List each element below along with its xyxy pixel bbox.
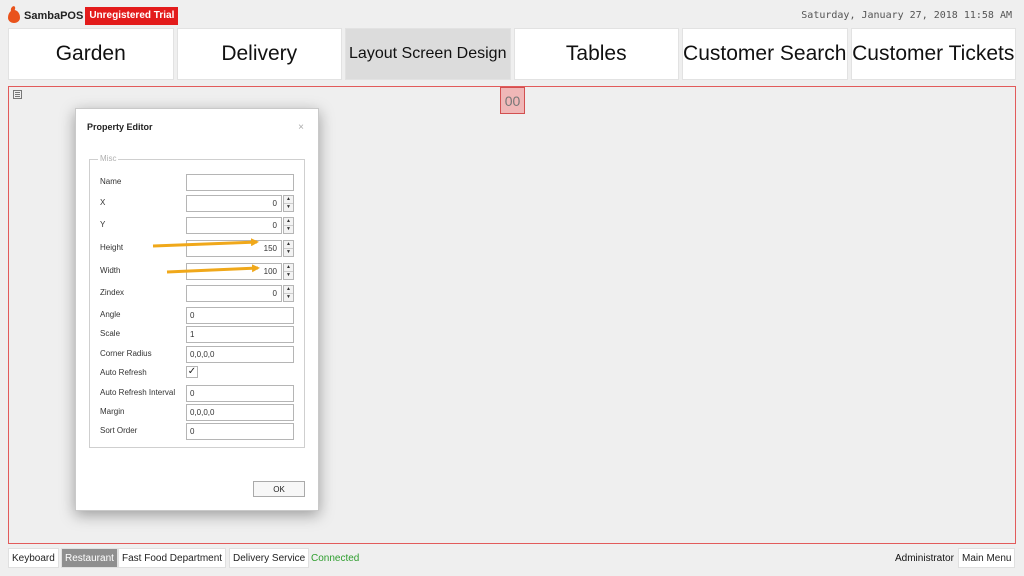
spin-up-icon[interactable]: ▲ [284, 218, 293, 226]
field-row-height: Height 150 ▲ ▼ [100, 240, 300, 257]
flame-icon [8, 9, 20, 23]
auto-refresh-label: Auto Refresh [100, 368, 147, 377]
tab-customer-tickets[interactable]: Customer Tickets [850, 28, 1016, 80]
auto-refresh-interval-input[interactable]: 0 [186, 385, 294, 402]
connection-status: Connected [311, 553, 360, 564]
top-bar: SambaPOS Unregistered Trial Saturday, Ja… [0, 0, 1024, 28]
y-spinner: ▲ ▼ [283, 217, 294, 234]
fast-food-department-button[interactable]: Fast Food Department [118, 548, 227, 568]
misc-group: Misc Name X 0 ▲ ▼ Y 0 ▲ ▼ Height 150 ▲ ▼… [89, 154, 305, 448]
spin-down-icon[interactable]: ▼ [284, 272, 293, 279]
auto-refresh-interval-label: Auto Refresh Interval [100, 388, 176, 397]
width-spinner: ▲ ▼ [283, 263, 294, 280]
sort-order-label: Sort Order [100, 426, 138, 435]
restaurant-button[interactable]: Restaurant [61, 548, 118, 568]
field-row-y: Y 0 ▲ ▼ [100, 217, 300, 234]
sort-order-input[interactable]: 0 [186, 423, 294, 440]
delivery-service-button[interactable]: Delivery Service [229, 548, 310, 568]
spin-down-icon[interactable]: ▼ [284, 226, 293, 233]
property-editor-dialog: Property Editor × Misc Name X 0 ▲ ▼ Y 0 … [75, 108, 319, 511]
dialog-title: Property Editor [87, 122, 153, 132]
trial-badge: Unregistered Trial [85, 7, 179, 25]
field-row-angle: Angle 0 [100, 307, 300, 324]
scale-label: Scale [100, 329, 121, 338]
tab-delivery[interactable]: Delivery [176, 28, 342, 80]
app-name: SambaPOS [24, 10, 84, 22]
tab-garden[interactable]: Garden [8, 28, 174, 80]
field-row-margin: Margin 0,0,0,0 [100, 404, 300, 421]
group-legend: Misc [98, 154, 119, 163]
auto-refresh-checkbox[interactable]: ✓ [186, 366, 198, 378]
spin-up-icon[interactable]: ▲ [284, 196, 293, 204]
logo: SambaPOS Unregistered Trial [8, 7, 179, 25]
tab-customer-search[interactable]: Customer Search [682, 28, 848, 80]
current-user: Administrator [895, 553, 954, 564]
field-row-scale: Scale 1 [100, 326, 300, 343]
status-bar: Keyboard Restaurant Fast Food Department… [0, 548, 1024, 570]
main-menu-button[interactable]: Main Menu [958, 548, 1016, 568]
width-input[interactable]: 100 [186, 263, 282, 280]
x-spinner: ▲ ▼ [283, 195, 294, 212]
spin-up-icon[interactable]: ▲ [284, 241, 293, 249]
corner-radius-label: Corner Radius [100, 349, 152, 358]
tab-tables[interactable]: Tables [513, 28, 679, 80]
field-row-corner-radius: Corner Radius 0,0,0,0 [100, 346, 300, 363]
x-input[interactable]: 0 [186, 195, 282, 212]
ok-button[interactable]: OK [253, 481, 305, 497]
zindex-label: Zindex [100, 288, 125, 297]
layout-widget[interactable]: 00 [500, 87, 525, 114]
scale-input[interactable]: 1 [186, 326, 294, 343]
field-row-name: Name [100, 174, 300, 191]
height-spinner: ▲ ▼ [283, 240, 294, 257]
spin-down-icon[interactable]: ▼ [284, 249, 293, 256]
y-label: Y [100, 220, 106, 229]
date-time: Saturday, January 27, 2018 11:58 AM [801, 10, 1012, 21]
spin-down-icon[interactable]: ▼ [284, 204, 293, 211]
angle-input[interactable]: 0 [186, 307, 294, 324]
margin-label: Margin [100, 407, 125, 416]
margin-input[interactable]: 0,0,0,0 [186, 404, 294, 421]
tab-layout-screen-design[interactable]: Layout Screen Design [345, 28, 511, 80]
zindex-spinner: ▲ ▼ [283, 285, 294, 302]
close-icon[interactable]: × [298, 122, 304, 133]
corner-radius-input[interactable]: 0,0,0,0 [186, 346, 294, 363]
menu-icon[interactable] [13, 90, 22, 99]
spin-down-icon[interactable]: ▼ [284, 294, 293, 301]
y-input[interactable]: 0 [186, 217, 282, 234]
field-row-width: Width 100 ▲ ▼ [100, 263, 300, 280]
field-row-zindex: Zindex 0 ▲ ▼ [100, 285, 300, 302]
zindex-input[interactable]: 0 [186, 285, 282, 302]
height-input[interactable]: 150 [186, 240, 282, 257]
keyboard-button[interactable]: Keyboard [8, 548, 59, 568]
spin-up-icon[interactable]: ▲ [284, 264, 293, 272]
field-row-sort-order: Sort Order 0 [100, 423, 300, 440]
x-label: X [100, 198, 106, 207]
field-row-auto-refresh-interval: Auto Refresh Interval 0 [100, 385, 300, 402]
angle-label: Angle [100, 310, 121, 319]
field-row-auto-refresh: Auto Refresh ✓ [100, 365, 300, 382]
name-input[interactable] [186, 174, 294, 191]
spin-up-icon[interactable]: ▲ [284, 286, 293, 294]
width-label: Width [100, 266, 121, 275]
navigation-tabs: Garden Delivery Layout Screen Design Tab… [8, 28, 1016, 80]
name-label: Name [100, 177, 122, 186]
height-label: Height [100, 243, 124, 252]
field-row-x: X 0 ▲ ▼ [100, 195, 300, 212]
